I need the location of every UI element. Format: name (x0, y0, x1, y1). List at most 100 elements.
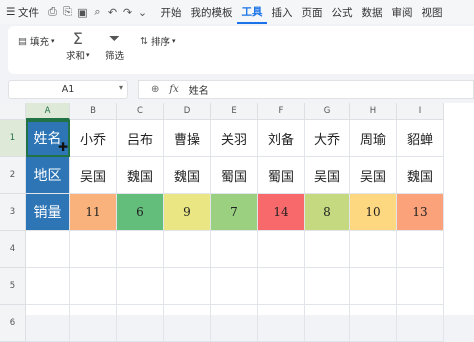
cell-e5[interactable] (211, 268, 258, 305)
cell-b4[interactable] (70, 231, 117, 268)
cell-c2[interactable]: 魏国 (117, 157, 164, 194)
cell-f3[interactable]: 14 (258, 194, 305, 231)
cell-e2[interactable]: 蜀国 (211, 157, 258, 194)
tab-review[interactable]: 审阅 (387, 0, 417, 24)
formula-input[interactable]: ⊕ fx 姓名 (138, 80, 474, 99)
cell-e4[interactable] (211, 231, 258, 268)
cell-g6[interactable] (305, 305, 350, 342)
cell-a6[interactable] (26, 305, 70, 342)
cell-c4[interactable] (117, 231, 164, 268)
dropdown-icon[interactable]: ⌄ (135, 0, 150, 24)
sort-button[interactable]: ⇅ 排序 ▾ (140, 34, 176, 49)
cell-d4[interactable] (164, 231, 211, 268)
row-header-5[interactable]: 5 (0, 268, 26, 305)
cell-c1[interactable]: 吕布 (117, 120, 164, 157)
cell-b2[interactable]: 吴国 (70, 157, 117, 194)
cell-f2[interactable]: 蜀国 (258, 157, 305, 194)
file-menu[interactable]: 文件 (18, 0, 39, 24)
fill-button[interactable]: ▤ 填充 ▾ (18, 34, 55, 49)
app-menu-icon[interactable]: ☰ (6, 0, 18, 24)
cell-f5[interactable] (258, 268, 305, 305)
cell-h6[interactable] (350, 305, 397, 342)
cell-g4[interactable] (305, 231, 350, 268)
cell-f4[interactable] (258, 231, 305, 268)
print-preview-icon[interactable]: ▣ (75, 0, 90, 24)
tab-home[interactable]: 开始 (156, 0, 186, 24)
cell-c5[interactable] (117, 268, 164, 305)
select-all-corner[interactable] (0, 103, 26, 120)
cell-e1[interactable]: 关羽 (211, 120, 258, 157)
sum-button[interactable]: Σ 求和 ▾ (66, 29, 90, 63)
cell-h3[interactable]: 10 (350, 194, 397, 231)
cell-d6[interactable] (164, 305, 211, 342)
cell-a5[interactable] (26, 268, 70, 305)
column-header-e[interactable]: E (211, 103, 258, 120)
find-icon[interactable]: ⌕ (90, 0, 105, 24)
sort-icon: ⇅ (140, 35, 148, 47)
cell-a4[interactable] (26, 231, 70, 268)
cell-d1[interactable]: 曹操 (164, 120, 211, 157)
cell-i3[interactable]: 13 (397, 194, 444, 231)
sigma-icon: Σ (72, 29, 83, 48)
cell-b5[interactable] (70, 268, 117, 305)
row-header-3[interactable]: 3 (0, 194, 26, 231)
cell-h1[interactable]: 周瑜 (350, 120, 397, 157)
cell-d5[interactable] (164, 268, 211, 305)
column-header-b[interactable]: B (70, 103, 117, 120)
cell-d3[interactable]: 9 (164, 194, 211, 231)
cell-e6[interactable] (211, 305, 258, 342)
tab-tools[interactable]: 工具 (237, 0, 267, 24)
column-header-g[interactable]: G (305, 103, 350, 120)
plus-cursor-icon: ✚ (58, 140, 69, 154)
cell-g5[interactable] (305, 268, 350, 305)
column-header-f[interactable]: F (258, 103, 305, 120)
cell-h2[interactable]: 吴国 (350, 157, 397, 194)
column-header-i[interactable]: I (397, 103, 444, 120)
tab-data[interactable]: 数据 (357, 0, 387, 24)
cell-f1[interactable]: 刘备 (258, 120, 305, 157)
column-header-h[interactable]: H (350, 103, 397, 120)
cell-i5[interactable] (397, 268, 444, 305)
cell-a2[interactable]: 地区 (26, 157, 70, 194)
row-header-1[interactable]: 1 (0, 120, 26, 157)
tab-insert[interactable]: 插入 (267, 0, 297, 24)
cell-c3[interactable]: 6 (117, 194, 164, 231)
undo-icon[interactable]: ↶ (105, 0, 120, 24)
cell-e3[interactable]: 7 (211, 194, 258, 231)
zoom-icon[interactable]: ⊕ (151, 84, 159, 95)
cell-g2[interactable]: 吴国 (305, 157, 350, 194)
tab-my-templates[interactable]: 我的模板 (186, 0, 237, 24)
cell-b1[interactable]: 小乔 (70, 120, 117, 157)
spreadsheet-grid[interactable]: ABCDEFGHI 123456 姓名 小乔 吕布 曹操 关羽 刘备 大乔 周瑜 貂蝉 地区 吴国魏… (0, 103, 474, 342)
cell-f6[interactable] (258, 305, 305, 342)
column-header-a[interactable]: A (26, 103, 70, 120)
redo-icon[interactable]: ↷ (120, 0, 135, 24)
name-box[interactable]: A1 ▾ (8, 80, 128, 99)
cell-g1[interactable]: 大乔 (305, 120, 350, 157)
cell-g3[interactable]: 8 (305, 194, 350, 231)
column-header-c[interactable]: C (117, 103, 164, 120)
filter-button[interactable]: ⏷ 筛选 (105, 30, 124, 62)
cell-i1[interactable]: 貂蝉 (397, 120, 444, 157)
cell-i4[interactable] (397, 231, 444, 268)
cell-a3[interactable]: 销量 (26, 194, 70, 231)
row-header-4[interactable]: 4 (0, 231, 26, 268)
cell-b3[interactable]: 11 (70, 194, 117, 231)
print-icon[interactable]: ⎘ (60, 0, 75, 24)
tab-formulas[interactable]: 公式 (327, 0, 357, 24)
row-header-6[interactable]: 6 (0, 305, 26, 342)
cell-c6[interactable] (117, 305, 164, 342)
cell-i2[interactable]: 魏国 (397, 157, 444, 194)
cell-d2[interactable]: 魏国 (164, 157, 211, 194)
column-header-d[interactable]: D (164, 103, 211, 120)
cell-b6[interactable] (70, 305, 117, 342)
cell-i6[interactable] (397, 305, 444, 342)
cell-h4[interactable] (350, 231, 397, 268)
fx-icon[interactable]: fx (169, 84, 178, 95)
tab-view[interactable]: 视图 (417, 0, 447, 24)
row-header-2[interactable]: 2 (0, 157, 26, 194)
cell-h5[interactable] (350, 268, 397, 305)
tab-page[interactable]: 页面 (297, 0, 327, 24)
save-icon[interactable]: ⎙ (45, 0, 60, 24)
chevron-down-icon: ▾ (118, 83, 123, 92)
